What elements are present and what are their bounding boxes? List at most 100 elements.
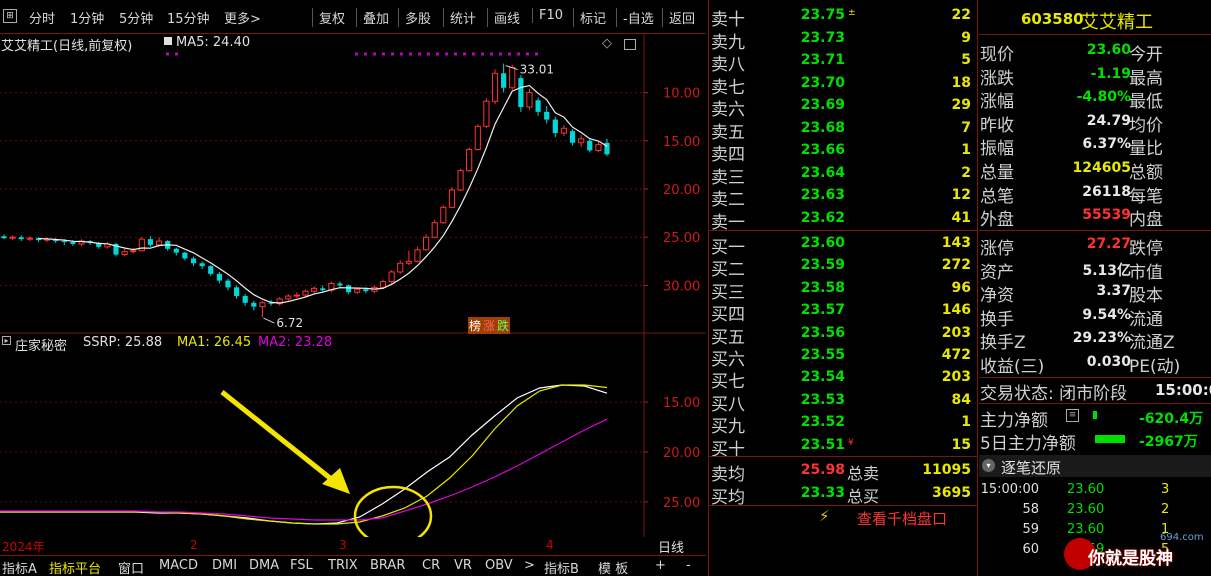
tab-more-arrow[interactable]: >: [524, 558, 535, 573]
stock-code: 603580: [1021, 10, 1084, 28]
quote-row: 昨收 24.79 均价: [979, 110, 1211, 136]
ticks-header[interactable]: ▾ 逐笔还原: [979, 455, 1211, 477]
quote-row: 总量 124605 总额: [979, 157, 1211, 183]
tab-fenshi[interactable]: 分时: [29, 8, 55, 27]
tab-dma[interactable]: DMA: [249, 558, 279, 573]
zoom-out-button[interactable]: -: [686, 558, 691, 573]
list-icon[interactable]: ≡: [1066, 409, 1079, 422]
candle-body: [337, 283, 343, 286]
quote-row: 振幅 6.37% 量比: [979, 133, 1211, 159]
period-label[interactable]: 日线: [658, 537, 684, 556]
bid-row[interactable]: 买三 23.58 96: [709, 277, 977, 303]
zoom-in-button[interactable]: +: [655, 558, 666, 573]
draw-line-button[interactable]: 画线: [487, 8, 520, 27]
tab-dmi[interactable]: DMI: [212, 558, 237, 573]
candle-body: [466, 148, 473, 172]
tab-more[interactable]: 更多>: [224, 8, 261, 27]
kline-panel[interactable]: 30.00 25.00 20.00 15.00 10.00 33.01 6.72 艾艾精工(…: [0, 34, 706, 334]
tab-indicator-a[interactable]: 指标A: [2, 558, 37, 576]
candle-body: [518, 78, 524, 108]
tab-15min[interactable]: 15分钟: [167, 8, 210, 27]
remove-watchlist-button[interactable]: -自选: [616, 8, 654, 27]
main-net-value: -620.4万: [1139, 411, 1204, 427]
tab-indicator-platform[interactable]: 指标平台: [49, 558, 101, 576]
overlay-button[interactable]: 叠加: [356, 8, 389, 27]
tab-window[interactable]: 窗口: [118, 558, 144, 576]
tab-brar[interactable]: BRAR: [370, 558, 405, 573]
candle-body: [388, 271, 395, 283]
ask-price: 23.71: [800, 52, 845, 68]
ask-volume: 7: [961, 119, 971, 136]
ask-row[interactable]: 卖八 23.71 5: [709, 49, 977, 75]
tab-macd[interactable]: MACD: [159, 558, 198, 573]
dropdown-icon[interactable]: ▾: [982, 459, 995, 472]
bid-row[interactable]: 买九 23.52 1: [709, 411, 977, 437]
tag-zhang: 涨: [482, 317, 497, 334]
mark-button[interactable]: 标记: [573, 8, 606, 27]
collapse-icon[interactable]: ▸: [2, 336, 11, 345]
bid-row[interactable]: 买二 23.59 272: [709, 254, 977, 280]
tab-vr[interactable]: VR: [454, 558, 472, 573]
ticks-title: 逐笔还原: [1001, 459, 1062, 477]
tab-fsl[interactable]: FSL: [290, 558, 313, 573]
ssrp-label: SSRP: 25.88: [83, 335, 163, 350]
field-label: 净资: [980, 286, 1014, 306]
quote-panel: 603580 艾艾精工 现价 23.60 今开 涨跌 -1.19 最高 涨幅 -4.80% 最低…: [979, 0, 1211, 576]
tick-row: 15:00:00 23.60 3: [979, 480, 1211, 500]
ask-row[interactable]: 卖四 23.66 1: [709, 139, 977, 165]
bid-price: 23.55: [800, 347, 845, 363]
ask-row[interactable]: 卖五 23.68 7: [709, 117, 977, 143]
ask-row[interactable]: 卖一 23.62 41: [709, 207, 977, 233]
chart-toolbar: ⊞ 分时 1分钟 5分钟 15分钟 更多> 复权 叠加 多股 统计 画线 F10…: [0, 0, 706, 34]
depth-link[interactable]: 查看千档盘口: [857, 508, 947, 529]
field-label-2: 跌停: [1129, 239, 1163, 259]
ask-row[interactable]: 卖三 23.64 2: [709, 162, 977, 188]
candle-body: [18, 237, 24, 240]
main-net5-label: 5日主力净额: [980, 434, 1076, 454]
field-label: 涨跌: [980, 68, 1014, 89]
ask-row[interactable]: 卖七 23.70 18: [709, 72, 977, 98]
bid-row[interactable]: 买五 23.56 203: [709, 322, 977, 348]
back-button[interactable]: 返回: [662, 8, 695, 27]
statistics-button[interactable]: 统计: [443, 8, 476, 27]
restore-rights-button[interactable]: 复权: [312, 8, 345, 27]
tab-5min[interactable]: 5分钟: [119, 8, 153, 27]
tab-trix[interactable]: TRIX: [328, 558, 358, 573]
field-label: 涨停: [980, 239, 1014, 259]
bid-volume: 15: [951, 436, 971, 453]
candle-body: [483, 100, 490, 127]
bid-row[interactable]: 买六 23.55 472: [709, 344, 977, 370]
f10-button[interactable]: F10: [532, 8, 563, 23]
candle-body: [509, 67, 516, 89]
tick-volume: 2: [1161, 502, 1170, 517]
ask-row[interactable]: 卖九 23.73 9: [709, 27, 977, 53]
tab-cr[interactable]: CR: [422, 558, 440, 573]
bid-row[interactable]: 买一 23.60 143: [709, 232, 977, 258]
tab-1min[interactable]: 1分钟: [70, 8, 104, 27]
bid-row[interactable]: 买八 23.53 84: [709, 389, 977, 415]
quote-row: 净资 3.37 股本: [979, 280, 1211, 306]
field-label-2: 每笔: [1129, 186, 1163, 207]
kline-chart[interactable]: 30.00 25.00 20.00 15.00 10.00 33.01 6.72: [0, 34, 706, 334]
tab-obv[interactable]: OBV: [485, 558, 513, 573]
fullscreen-icon[interactable]: ⊞: [3, 9, 17, 23]
indicator-chart[interactable]: 25.00 20.00 15.00: [0, 334, 706, 547]
diamond-icon[interactable]: ◇: [602, 36, 612, 51]
field-label: 总量: [980, 163, 1014, 183]
y-tick-label: 20.00: [663, 183, 700, 198]
ask-row[interactable]: 卖二 23.63 12: [709, 184, 977, 210]
indicator-panel[interactable]: 25.00 20.00 15.00 ▸ 庄家秘密 SSRP: 25.88 MA1: …: [0, 334, 706, 547]
tab-indicator-b[interactable]: 指标B: [544, 558, 579, 576]
tab-template[interactable]: 模 板: [598, 558, 628, 576]
field-value: 24.79: [1086, 112, 1131, 129]
ask-row[interactable]: 卖十 23.75 22: [709, 4, 977, 30]
ask-row[interactable]: 卖六 23.69 29: [709, 94, 977, 120]
bid-row[interactable]: 买十 23.51 15: [709, 434, 977, 460]
window-icon[interactable]: [624, 39, 636, 50]
candle-body: [379, 281, 387, 288]
bid-row[interactable]: 买七 23.54 203: [709, 366, 977, 392]
bid-row[interactable]: 买四 23.57 146: [709, 299, 977, 325]
ask-price: 23.70: [800, 74, 845, 91]
multi-stock-button[interactable]: 多股: [398, 8, 431, 27]
candle-body: [293, 294, 300, 297]
